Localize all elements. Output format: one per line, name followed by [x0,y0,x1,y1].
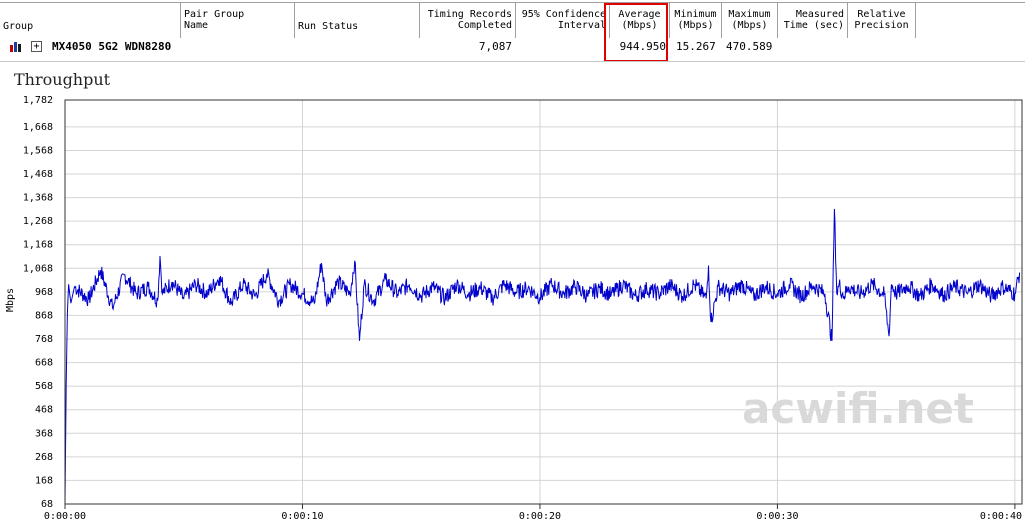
col-header-minimum[interactable]: Minimum (Mbps) [670,3,722,38]
col-header-group[interactable]: Group [0,3,181,38]
y-tick-label: 1,668 [23,122,53,133]
y-tick-label: 768 [35,334,53,345]
col-header-measured-time[interactable]: Measured Time (sec) [778,3,848,38]
x-tick-label: 0:00:20 [519,511,561,522]
y-tick-label: 1,468 [23,169,53,180]
x-tick-label: 0:00:40 [980,511,1022,522]
y-tick-label: 1,368 [23,193,53,204]
col-header-run-status[interactable]: Run Status [295,3,420,38]
grid [64,99,1022,505]
y-tick-label: 168 [35,475,53,486]
x-tick-label: 0:00:10 [281,511,323,522]
y-tick-label: 1,068 [23,263,53,274]
y-tick-label: 68 [41,499,53,510]
y-tick-label: 668 [35,358,53,369]
y-tick-label: 1,782 [23,95,53,106]
col-header-timing-records[interactable]: Timing Records Completed [420,3,516,38]
watermark: acwifi.net [742,384,974,433]
maximum-cell: 470.589 [726,40,773,53]
table-header-row: Group Pair Group Name Run Status Timing … [0,2,1025,39]
y-tick-label: 1,268 [23,216,53,227]
y-tick-label: 868 [35,310,53,321]
col-header-maximum[interactable]: Maximum (Mbps) [722,3,778,38]
minimum-cell: 15.267 [676,40,716,53]
col-header-relative-precision[interactable]: Relative Precision [848,3,916,38]
table-row[interactable]: MX4050 5G2 WDN8280 7,087 944.950 15.267 … [0,38,1025,55]
y-tick-label: 968 [35,287,53,298]
y-tick-label: 1,568 [23,145,53,156]
plus-expand-icon[interactable]: + [31,41,42,52]
x-tick-label: 0:00:00 [44,511,86,522]
plot-frame [64,99,1023,505]
bar-chart-icon [10,42,21,52]
results-table: Group Pair Group Name Run Status Timing … [0,0,1025,62]
x-tick-label: 0:00:30 [756,511,798,522]
y-tick-label: 368 [35,428,53,439]
y-tick-label: 568 [35,381,53,392]
timing-records-cell: 7,087 [478,40,512,53]
y-tick-label: 1,168 [23,240,53,251]
col-header-pair-group-name[interactable]: Pair Group Name [181,3,295,38]
series-line-throughput [64,208,1021,504]
y-ticks: 1,782 1,668 1,568 1,468 1,368 1,268 1,168 1,068… [23,95,53,510]
average-highlight-box [604,3,668,62]
plot-area: 1,782 1,668 1,568 1,468 1,368 1,268 1,168 1,068… [23,95,1023,522]
y-tick-label: 268 [35,452,53,463]
throughput-chart: Throughput Mbps 1,782 1,668 1,568 1,468 1,36… [0,62,1025,525]
x-ticks: 0:00:00 0:00:10 0:00:20 0:00:30 0:00:40 [44,504,1022,522]
col-header-confidence[interactable]: 95% Confidence Interval [516,3,610,38]
group-name-cell: MX4050 5G2 WDN8280 [52,40,172,53]
y-tick-label: 468 [35,405,53,416]
